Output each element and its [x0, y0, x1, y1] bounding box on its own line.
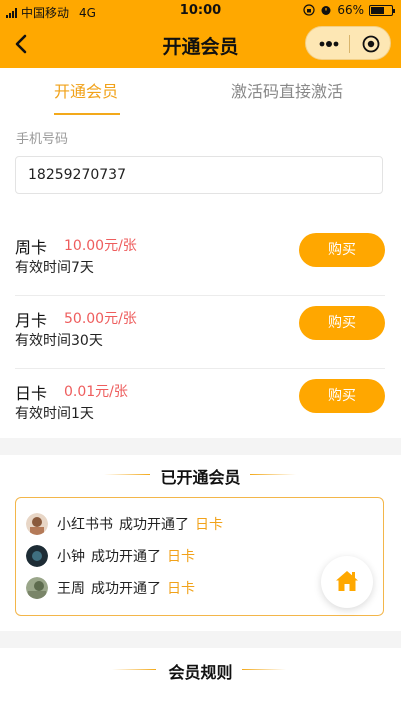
list-item: 小红书书 成功开通了 日卡 — [26, 513, 223, 535]
list-item: 小钟 成功开通了 日卡 — [26, 545, 195, 567]
battery-percent: 66% — [337, 3, 364, 17]
plan-validity: 有效时间7天 — [15, 260, 94, 276]
status-bar: 中国移动 4G 10:00 66% — [0, 0, 401, 22]
battery-icon — [369, 4, 395, 16]
plan-name: 日卡 — [15, 384, 48, 403]
purchase-card: 开通会员 激活码直接激活 手机号码 周卡 10.00元/张 有效时间7天 购买 … — [0, 68, 401, 438]
status-right: 66% — [303, 3, 395, 17]
member-plan: 日卡 — [195, 517, 223, 533]
member-plan: 日卡 — [167, 581, 195, 597]
opened-members-title: 已开通会员 — [160, 468, 241, 487]
member-name: 小红书书 — [57, 517, 113, 533]
divider — [15, 295, 385, 296]
plan-price: 50.00元/张 — [64, 311, 137, 327]
avatar — [26, 513, 48, 535]
phone-label: 手机号码 — [16, 132, 69, 147]
avatar — [26, 545, 48, 567]
tab-open-membership[interactable]: 开通会员 — [40, 78, 132, 102]
header-bar: 中国移动 4G 10:00 66% 开通会员 — [0, 0, 401, 68]
membership-rules-card: 会员规则 — [0, 648, 401, 713]
plan-weekly: 周卡 10.00元/张 有效时间7天 购买 — [15, 226, 385, 296]
title-deco-right — [242, 669, 286, 670]
avatar — [26, 577, 48, 599]
plan-price: 0.01元/张 — [64, 384, 128, 400]
title-deco-right — [250, 474, 296, 475]
alarm-icon — [321, 6, 331, 15]
rotation-lock-icon — [303, 4, 315, 16]
buy-button-weekly[interactable]: 购买 — [299, 233, 385, 267]
plan-monthly: 月卡 50.00元/张 有效时间30天 购买 — [15, 299, 385, 369]
capsule-divider — [349, 35, 350, 53]
list-item: 王周 成功开通了 日卡 — [26, 577, 195, 599]
buy-button-monthly[interactable]: 购买 — [299, 306, 385, 340]
plan-daily: 日卡 0.01元/张 有效时间1天 购买 — [15, 372, 385, 442]
tab-activation-code[interactable]: 激活码直接激活 — [226, 78, 348, 102]
member-plan: 日卡 — [167, 549, 195, 565]
buy-button-daily[interactable]: 购买 — [299, 379, 385, 413]
plan-price: 10.00元/张 — [64, 238, 137, 254]
plan-validity: 有效时间1天 — [15, 406, 94, 422]
member-name: 小钟 — [57, 549, 85, 565]
plan-validity: 有效时间30天 — [15, 333, 103, 349]
member-action: 成功开通了 — [119, 517, 189, 533]
home-icon — [336, 571, 358, 591]
plan-name: 周卡 — [15, 238, 48, 257]
membership-rules-title: 会员规则 — [168, 663, 233, 682]
phone-input[interactable] — [15, 156, 383, 194]
member-action: 成功开通了 — [91, 549, 161, 565]
member-name: 王周 — [57, 581, 85, 597]
active-tab-indicator — [54, 113, 120, 115]
nav-bar: 开通会员 — [0, 22, 401, 68]
home-button[interactable] — [321, 556, 373, 608]
mini-program-capsule — [305, 26, 391, 60]
more-dots-icon[interactable] — [314, 36, 344, 52]
target-circle-icon[interactable] — [362, 35, 380, 53]
member-action: 成功开通了 — [91, 581, 161, 597]
plan-name: 月卡 — [15, 311, 48, 330]
divider — [15, 368, 385, 369]
